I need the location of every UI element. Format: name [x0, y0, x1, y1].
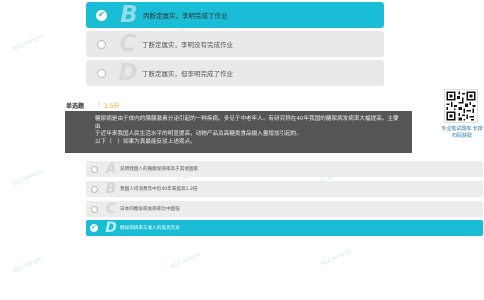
stem-line: 以下（ ）如果为真最能反驳上述观点。: [95, 138, 196, 145]
answer-option-c[interactable]: C 日本的糖尿病发病率比中国低: [86, 201, 483, 217]
check-icon: ✔: [96, 9, 107, 21]
radio-icon: [91, 185, 98, 193]
watermark: WLC Aimyou: [12, 168, 44, 188]
option-letter: D: [118, 60, 138, 86]
divider: |: [98, 101, 101, 108]
radio-icon: [97, 68, 106, 78]
check-icon: ✔: [90, 224, 98, 232]
answer-option-d[interactable]: ✔ D 糖尿病病率与收入的提高无关: [86, 220, 483, 236]
stem-line: 于近年来我国人民生活水平的明显提高，动物产品及高糖类食品摄入量增加引起的。: [95, 131, 302, 137]
option-text: 我国人均消费年中近40年来提高1.2倍: [120, 187, 198, 192]
option-text: 丁断定属实，但李明完成了作业: [142, 70, 233, 78]
answer-option-a[interactable]: A 说明我国人的胰腺发病率高于其他国家: [86, 161, 483, 177]
question-stem: 糖尿病是由于体内的胰腺激素分泌引起的一种疾病。多见于中老年人。有研究称在40年我…: [65, 111, 412, 153]
option-text: 糖尿病病率与收入的提高无关: [120, 226, 180, 231]
qr-caption: 专业笔试题库 长按扫码获取: [441, 126, 483, 139]
option-b[interactable]: ✔ B 丙断定属实，李明完成了作业: [86, 2, 384, 28]
option-text: 说明我国人的胰腺发病率高于其他国家: [120, 167, 199, 172]
option-c[interactable]: C 丁断定属实，李明没有完成作业: [86, 31, 384, 57]
option-letter: D: [105, 220, 117, 236]
stem-line: 糖尿病是由于体内的胰腺激素分泌引起的一种疾病。多见于中老年人。有研究称在40年我…: [95, 116, 399, 130]
radio-icon: [91, 205, 98, 213]
qr-code-icon: [445, 90, 477, 122]
option-letter: B: [120, 2, 138, 28]
option-text: 日本的糖尿病发病率比中国低: [120, 207, 180, 212]
option-letter: A: [105, 161, 117, 177]
question-score: 2.5分: [104, 103, 120, 110]
watermark: WLC Aimyou: [12, 33, 44, 53]
option-text: 丙断定属实，李明完成了作业: [143, 12, 228, 20]
radio-icon: [97, 39, 106, 49]
option-letter: C: [105, 201, 117, 217]
answer-option-b[interactable]: B 我国人均消费年中近40年来提高1.2倍: [86, 181, 483, 197]
watermark: WLC Aimyou: [320, 248, 352, 268]
option-d[interactable]: D 丁断定属实，但李明完成了作业: [86, 60, 384, 86]
radio-icon: [91, 165, 98, 173]
question-type: 单选题: [66, 103, 85, 110]
option-letter: C: [119, 31, 137, 57]
option-letter: B: [105, 181, 117, 197]
qr-code: [444, 89, 478, 123]
watermark: WLC Aimyou: [170, 251, 202, 271]
watermark: WLC Aimyou: [12, 255, 44, 275]
option-text: 丁断定属实，李明没有完成作业: [142, 41, 233, 49]
